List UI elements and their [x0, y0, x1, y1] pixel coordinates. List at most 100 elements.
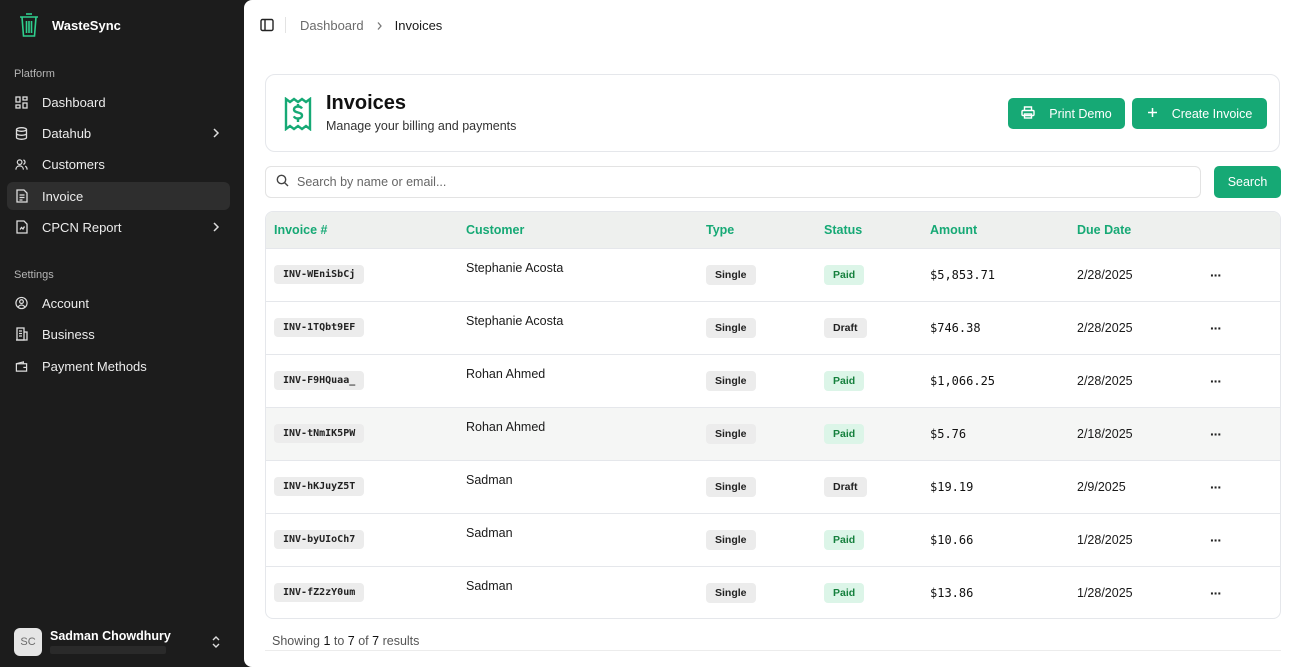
user-circle-icon: [15, 296, 28, 310]
more-actions-icon[interactable]: ···: [1210, 373, 1222, 389]
more-actions-icon[interactable]: ···: [1210, 320, 1222, 336]
sidebar-item-customers[interactable]: Customers: [7, 150, 230, 178]
column-header-due-date[interactable]: Due Date: [1077, 212, 1210, 248]
table-row[interactable]: INV-fZ2zY0um Sadman Single Paid $13.86 1…: [266, 566, 1280, 618]
search-field[interactable]: [265, 166, 1201, 198]
sidebar-item-business[interactable]: Business: [7, 320, 230, 348]
status-badge: Paid: [824, 529, 865, 550]
invoice-number: INV-hKJuyZ5T: [274, 477, 365, 496]
customer-name: Sadman: [466, 578, 513, 593]
due-date: 2/28/2025: [1077, 373, 1133, 388]
amount: $13.86: [930, 585, 974, 600]
pagination-from: 1: [323, 634, 331, 648]
trash-bin-icon: [16, 10, 42, 40]
table-row[interactable]: INV-1TQbt9EF Stephanie Acosta Single Dra…: [266, 301, 1280, 354]
column-header-actions: [1210, 212, 1280, 248]
more-actions-icon[interactable]: ···: [1210, 267, 1222, 283]
sidebar-item-label: Account: [42, 295, 89, 311]
sidebar-item-label: Dashboard: [42, 94, 106, 110]
table-header-row: Invoice # Customer Type Status Amount Du…: [266, 212, 1280, 248]
table-row[interactable]: INV-tNmIK5PW Rohan Ahmed Single Paid $5.…: [266, 407, 1280, 460]
column-header-amount[interactable]: Amount: [930, 212, 1077, 248]
pagination-total: 7: [372, 634, 380, 648]
status-badge: Paid: [824, 264, 865, 285]
sidebar-item-label: Invoice: [42, 188, 84, 204]
customer-name: Sadman: [466, 525, 513, 540]
pagination-suffix: results: [382, 634, 420, 648]
table-row[interactable]: INV-hKJuyZ5T Sadman Single Draft $19.19 …: [266, 460, 1280, 513]
search-button[interactable]: Search: [1214, 166, 1281, 198]
invoice-number: INV-1TQbt9EF: [274, 318, 365, 337]
type-badge: Single: [706, 317, 756, 338]
amount: $1,066.25: [930, 373, 996, 388]
sidebar-item-label: CPCN Report: [42, 219, 122, 235]
table-row[interactable]: INV-byUIoCh7 Sadman Single Paid $10.66 1…: [266, 513, 1280, 566]
pagination-to: 7: [347, 634, 355, 648]
pagination-prefix: Showing: [272, 634, 320, 648]
type-badge: Single: [706, 582, 756, 603]
platform-section-label: Platform: [14, 68, 55, 80]
sidebar-item-label: Datahub: [42, 125, 92, 141]
invoices-table: Invoice # Customer Type Status Amount Du…: [265, 211, 1281, 619]
amount: $10.66: [930, 532, 974, 547]
invoice-number: INV-byUIoCh7: [274, 530, 365, 549]
customer-name: Rohan Ahmed: [466, 366, 546, 381]
brand[interactable]: WasteSync: [16, 10, 121, 40]
due-date: 2/28/2025: [1077, 320, 1133, 335]
more-actions-icon[interactable]: ···: [1210, 532, 1222, 548]
page-subtitle: Manage your billing and payments: [326, 119, 517, 133]
sidebar-item-datahub[interactable]: Datahub: [7, 119, 230, 147]
sidebar-item-dashboard[interactable]: Dashboard: [7, 88, 230, 116]
sidebar-item-payment-methods[interactable]: Payment Methods: [7, 352, 230, 380]
receipt-dollar-icon: [283, 96, 313, 132]
due-date: 2/9/2025: [1077, 479, 1126, 494]
column-header-type[interactable]: Type: [706, 212, 824, 248]
main-content: Dashboard Invoices Invoices Manage your …: [244, 0, 1299, 667]
type-badge: Single: [706, 529, 756, 550]
amount: $5.76: [930, 426, 967, 441]
due-date: 2/18/2025: [1077, 426, 1133, 441]
column-header-invoice[interactable]: Invoice #: [266, 212, 466, 248]
table-row[interactable]: INV-WEniSbCj Stephanie Acosta Single Pai…: [266, 248, 1280, 301]
column-header-status[interactable]: Status: [824, 212, 930, 248]
more-actions-icon[interactable]: ···: [1210, 426, 1222, 442]
user-name: Sadman Chowdhury: [50, 629, 171, 643]
status-badge: Paid: [824, 423, 865, 444]
sidebar-item-account[interactable]: Account: [7, 289, 230, 317]
amount: $5,853.71: [930, 267, 996, 282]
status-badge: Draft: [824, 317, 867, 338]
breadcrumb-dashboard[interactable]: Dashboard: [300, 18, 364, 33]
create-invoice-button[interactable]: Create Invoice: [1132, 98, 1267, 129]
breadcrumb: Dashboard Invoices: [300, 18, 442, 33]
column-header-customer[interactable]: Customer: [466, 212, 706, 248]
top-bar: Dashboard Invoices: [244, 0, 1299, 50]
chevron-right-icon: [210, 220, 222, 234]
status-badge: Paid: [824, 582, 865, 603]
customer-name: Sadman: [466, 472, 513, 487]
due-date: 1/28/2025: [1077, 585, 1133, 600]
table-row[interactable]: INV-F9HQuaa_ Rohan Ahmed Single Paid $1,…: [266, 354, 1280, 407]
building-icon: [15, 327, 28, 341]
divider: [265, 650, 1281, 651]
customer-name: Rohan Ahmed: [466, 419, 546, 434]
settings-section-label: Settings: [14, 269, 54, 281]
more-actions-icon[interactable]: ···: [1210, 585, 1222, 601]
due-date: 2/28/2025: [1077, 267, 1133, 282]
report-icon: [15, 220, 28, 234]
user-menu[interactable]: SC Sadman Chowdhury: [14, 626, 230, 658]
type-badge: Single: [706, 264, 756, 285]
search-input[interactable]: [297, 175, 1177, 189]
type-badge: Single: [706, 476, 756, 497]
print-demo-button[interactable]: Print Demo: [1008, 98, 1125, 129]
invoice-number: INV-fZ2zY0um: [274, 583, 365, 603]
amount: $746.38: [930, 320, 981, 335]
amount: $19.19: [930, 479, 974, 494]
invoice-number: INV-tNmIK5PW: [274, 424, 365, 443]
avatar: SC: [14, 628, 42, 656]
more-actions-icon[interactable]: ···: [1210, 479, 1222, 495]
sidebar-toggle-icon[interactable]: [260, 18, 274, 32]
status-badge: Draft: [824, 476, 867, 497]
sidebar-item-invoice[interactable]: Invoice: [7, 182, 230, 210]
sidebar-item-cpcn-report[interactable]: CPCN Report: [7, 213, 230, 241]
create-invoice-label: Create Invoice: [1171, 106, 1253, 121]
